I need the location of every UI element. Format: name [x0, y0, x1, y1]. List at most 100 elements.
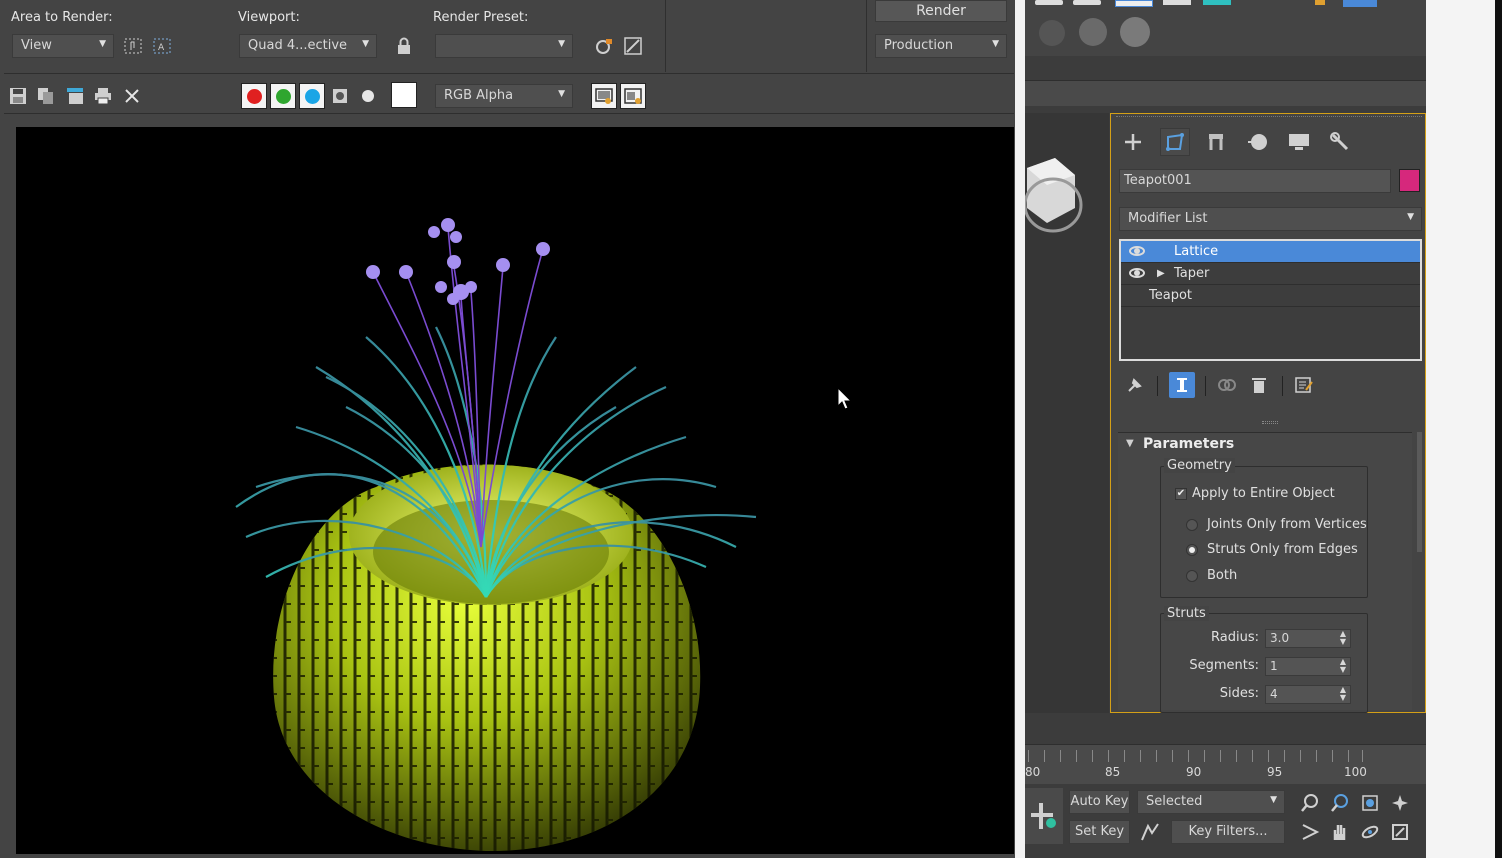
timeline[interactable]: 80 85 90 95 100 [1025, 744, 1426, 784]
modifier-list-dropdown[interactable]: Modifier List ▼ [1119, 207, 1422, 231]
viewcube-icon[interactable] [1025, 113, 1109, 253]
print-icon[interactable] [92, 85, 114, 107]
set-key-button[interactable]: Set Key [1069, 820, 1130, 844]
zoom-all-icon[interactable] [1329, 792, 1351, 814]
toolbar-button[interactable] [1035, 0, 1063, 5]
toolbar-button[interactable] [1343, 0, 1377, 7]
chevron-down-icon: ▼ [558, 89, 565, 99]
key-set-dropdown[interactable]: Selected ▼ [1137, 790, 1285, 814]
green-channel-toggle[interactable] [270, 83, 296, 109]
environment-effects-icon[interactable] [622, 35, 644, 57]
zoom-extents-icon[interactable] [1359, 792, 1381, 814]
channel-display-dropdown[interactable]: RGB Alpha ▼ [435, 84, 573, 108]
orbit-icon[interactable] [1359, 821, 1381, 843]
display-tab-icon[interactable] [1284, 128, 1314, 156]
save-image-icon[interactable] [7, 85, 29, 107]
toolbar-button[interactable] [1203, 0, 1231, 5]
zoom-extents-all-icon[interactable] [1389, 792, 1411, 814]
create-tab-icon[interactable] [1118, 128, 1148, 156]
utilities-tab-icon[interactable] [1325, 128, 1355, 156]
clone-window-icon[interactable] [35, 85, 57, 107]
stack-item-teapot[interactable]: Teapot [1121, 285, 1420, 307]
add-time-tag-icon[interactable] [1025, 788, 1063, 844]
material-slot-icon[interactable] [1079, 18, 1107, 46]
modifier-stack[interactable]: Lattice ▶ Taper Teapot [1119, 239, 1422, 361]
toolbar-button[interactable] [1073, 0, 1101, 5]
splitter-grip[interactable] [1262, 421, 1278, 424]
render-output [235, 218, 757, 852]
apply-entire-checkbox[interactable]: ✔ [1175, 488, 1187, 500]
sides-spinner[interactable]: 4 ▲ ▼ [1265, 685, 1351, 704]
toolbar-button[interactable] [1115, 0, 1153, 7]
motion-tab-icon[interactable] [1243, 128, 1273, 156]
alpha-channel-icon[interactable] [329, 85, 351, 107]
viewport[interactable] [1025, 113, 1109, 713]
auto-key-button[interactable]: Auto Key [1069, 790, 1130, 814]
collapse-arrow-icon[interactable]: ▼ [1126, 438, 1134, 449]
pin-stack-icon[interactable] [1124, 374, 1146, 396]
eye-icon[interactable] [1129, 246, 1145, 256]
zoom-icon[interactable] [1299, 792, 1321, 814]
viewport-dropdown[interactable]: Quad 4...ective ▼ [239, 34, 377, 58]
key-filters-button[interactable]: Key Filters... [1171, 820, 1285, 844]
production-dropdown[interactable]: Production ▼ [875, 34, 1007, 58]
struts-only-label: Struts Only from Edges [1207, 542, 1358, 557]
screen-edge [1426, 0, 1502, 858]
delete-modifier-icon[interactable] [1248, 374, 1270, 396]
blue-channel-toggle[interactable] [299, 83, 325, 109]
material-slot-icon[interactable] [1120, 17, 1150, 47]
rendered-image[interactable] [16, 127, 1014, 854]
object-color-swatch[interactable] [1399, 169, 1420, 192]
timeline-label: 80 [1025, 765, 1041, 779]
background-color-swatch[interactable] [391, 82, 417, 108]
edit-region-icon[interactable] [122, 35, 144, 57]
object-name-field[interactable]: Teapot001 [1119, 169, 1391, 193]
stack-item-lattice[interactable]: Lattice [1121, 241, 1420, 263]
rollout-title[interactable]: Parameters [1143, 436, 1234, 452]
pan-hand-icon[interactable] [1329, 821, 1351, 843]
render-button[interactable]: Render [875, 0, 1007, 22]
expand-arrow-icon[interactable]: ▶ [1157, 263, 1165, 285]
maximize-viewport-icon[interactable] [1389, 821, 1411, 843]
show-end-result-icon[interactable] [1169, 372, 1195, 398]
material-slot-icon[interactable] [1039, 20, 1065, 46]
configure-sets-icon[interactable] [1293, 374, 1315, 396]
segments-spinner[interactable]: 1 ▲ ▼ [1265, 657, 1351, 676]
field-of-view-icon[interactable] [1299, 821, 1321, 843]
red-channel-dot [246, 88, 262, 104]
toggle-ui-icon[interactable] [620, 83, 646, 109]
area-to-render-value: View [21, 38, 52, 53]
modify-tab-icon[interactable] [1160, 128, 1190, 156]
hierarchy-tab-icon[interactable] [1201, 128, 1231, 156]
geometry-group-title: Geometry [1164, 458, 1235, 473]
apply-entire-label: Apply to Entire Object [1192, 486, 1335, 501]
copy-image-icon[interactable] [64, 85, 86, 107]
spinner-arrows-icon[interactable]: ▲ ▼ [1340, 658, 1346, 674]
struts-only-radio[interactable] [1186, 544, 1198, 556]
stack-item-taper[interactable]: ▶ Taper [1121, 263, 1420, 285]
clear-icon[interactable] [121, 85, 143, 107]
render-setup-icon[interactable] [593, 35, 615, 57]
eye-icon[interactable] [1129, 268, 1145, 278]
spinner-arrows-icon[interactable]: ▲ ▼ [1340, 630, 1346, 646]
make-unique-icon[interactable] [1216, 374, 1238, 396]
timeline-tick [1300, 750, 1301, 762]
auto-region-icon[interactable]: A [151, 35, 173, 57]
both-radio[interactable] [1186, 570, 1198, 582]
rollout-scrollbar[interactable] [1417, 432, 1422, 552]
red-channel-toggle[interactable] [241, 83, 267, 109]
chevron-down-icon: ▼ [99, 39, 106, 49]
spinner-arrows-icon[interactable]: ▲ ▼ [1340, 686, 1346, 702]
toolbar-button[interactable] [1163, 0, 1191, 5]
screen-edge-strip [1495, 0, 1502, 858]
key-mode-icon[interactable] [1139, 821, 1161, 843]
toolbar-button[interactable] [1315, 0, 1325, 5]
area-to-render-dropdown[interactable]: View ▼ [12, 34, 114, 58]
render-preset-dropdown[interactable]: ▼ [435, 34, 573, 58]
joints-only-radio[interactable] [1186, 519, 1198, 531]
segments-label: Segments: [1189, 658, 1259, 673]
toggle-ui-overlay-icon[interactable] [591, 83, 617, 109]
monochrome-icon[interactable] [357, 85, 379, 107]
radius-spinner[interactable]: 3.0 ▲ ▼ [1265, 629, 1351, 648]
lock-icon[interactable] [393, 35, 415, 57]
